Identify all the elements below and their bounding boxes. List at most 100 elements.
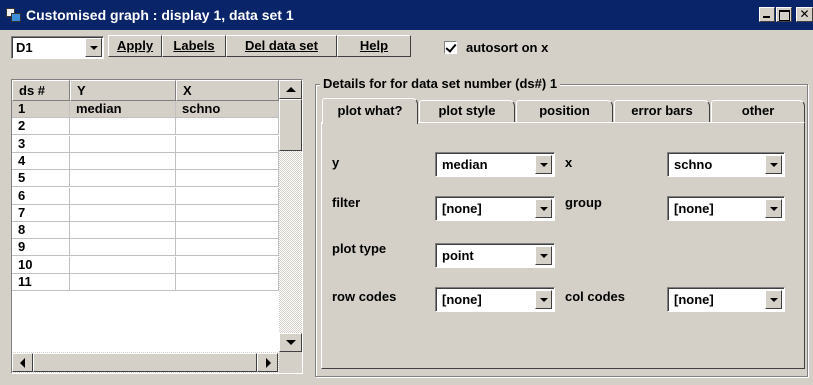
tab-plot-what[interactable]: plot what? bbox=[322, 98, 418, 124]
horizontal-scroll-thumb[interactable] bbox=[33, 353, 257, 372]
close-button[interactable]: ✕ bbox=[796, 7, 813, 22]
table-row[interactable]: 2 bbox=[12, 118, 279, 136]
data-set-grid[interactable]: ds # Y X 1 median schno 2 3 4 5 6 7 8 9 10 11 bbox=[11, 79, 303, 374]
table-cell-x[interactable] bbox=[176, 222, 279, 240]
labels-button[interactable]: Labels bbox=[162, 35, 226, 57]
table-cell-y[interactable] bbox=[70, 204, 176, 222]
grid-header-x[interactable]: X bbox=[176, 80, 279, 101]
plot-what-panel: y median x schno filter [none] group [no… bbox=[321, 122, 805, 369]
table-cell-ds[interactable]: 10 bbox=[12, 256, 70, 274]
tab-position[interactable]: position bbox=[516, 100, 613, 122]
help-button[interactable]: Help bbox=[337, 35, 411, 57]
del-data-set-button[interactable]: Del data set bbox=[226, 35, 337, 57]
chevron-down-icon[interactable] bbox=[535, 246, 552, 265]
help-button-label: Help bbox=[359, 38, 389, 53]
table-row[interactable]: 8 bbox=[12, 222, 279, 240]
table-row[interactable]: 11 bbox=[12, 274, 279, 291]
table-cell-y[interactable] bbox=[70, 118, 176, 136]
maximize-button[interactable] bbox=[776, 7, 792, 22]
table-cell-x[interactable] bbox=[176, 170, 279, 188]
table-cell-ds[interactable]: 5 bbox=[12, 170, 70, 188]
scroll-right-button[interactable] bbox=[257, 353, 278, 372]
table-cell-y[interactable] bbox=[70, 152, 176, 170]
x-select[interactable]: schno bbox=[667, 152, 785, 177]
table-cell-y[interactable] bbox=[70, 187, 176, 205]
grid-header-y[interactable]: Y bbox=[70, 80, 176, 101]
table-cell-x[interactable] bbox=[176, 187, 279, 205]
table-row[interactable]: 9 bbox=[12, 239, 279, 257]
table-cell-y[interactable] bbox=[70, 170, 176, 188]
table-cell-ds[interactable]: 6 bbox=[12, 187, 70, 205]
chevron-down-icon[interactable] bbox=[765, 155, 782, 174]
tab-error-bars[interactable]: error bars bbox=[614, 100, 710, 122]
col-codes-select[interactable]: [none] bbox=[667, 287, 785, 312]
table-cell-y[interactable] bbox=[70, 256, 176, 274]
table-cell-ds[interactable]: 11 bbox=[12, 274, 70, 291]
table-row[interactable]: 6 bbox=[12, 187, 279, 205]
table-cell-ds[interactable]: 8 bbox=[12, 222, 70, 240]
table-cell-ds[interactable]: 3 bbox=[12, 135, 70, 153]
table-cell-ds[interactable]: 4 bbox=[12, 152, 70, 170]
table-cell-y[interactable]: median bbox=[70, 101, 176, 118]
row-codes-select[interactable]: [none] bbox=[435, 287, 555, 312]
close-icon: ✕ bbox=[799, 7, 810, 21]
group-select[interactable]: [none] bbox=[667, 196, 785, 221]
table-cell-x[interactable] bbox=[176, 256, 279, 274]
display-select-value: D1 bbox=[16, 40, 33, 55]
plot-type-select[interactable]: point bbox=[435, 243, 555, 268]
chevron-down-icon[interactable] bbox=[765, 199, 782, 218]
table-cell-x[interactable] bbox=[176, 135, 279, 153]
table-row[interactable]: 4 bbox=[12, 152, 279, 170]
table-cell-x[interactable] bbox=[176, 239, 279, 257]
row-codes-select-value: [none] bbox=[442, 292, 482, 307]
details-group-label: Details for for data set number (ds#) 1 bbox=[320, 76, 561, 91]
chevron-down-icon[interactable] bbox=[535, 290, 552, 309]
table-row[interactable]: 10 bbox=[12, 256, 279, 274]
group-label: group bbox=[565, 195, 602, 210]
table-row[interactable]: 1 median schno bbox=[12, 101, 279, 118]
chevron-down-icon[interactable] bbox=[765, 290, 782, 309]
autosort-checkbox[interactable] bbox=[444, 41, 457, 54]
table-cell-y[interactable] bbox=[70, 274, 176, 291]
grid-header-ds[interactable]: ds # bbox=[12, 80, 70, 101]
filter-label: filter bbox=[332, 195, 361, 210]
table-cell-ds[interactable]: 7 bbox=[12, 204, 70, 222]
filter-select-value: [none] bbox=[442, 201, 482, 216]
tab-plot-style[interactable]: plot style bbox=[419, 100, 515, 122]
table-cell-ds[interactable]: 1 bbox=[12, 101, 70, 118]
title-bar[interactable]: Customised graph : display 1, data set 1 bbox=[0, 0, 813, 30]
group-select-value: [none] bbox=[674, 201, 714, 216]
table-cell-y[interactable] bbox=[70, 135, 176, 153]
table-row[interactable]: 7 bbox=[12, 204, 279, 222]
table-cell-x[interactable] bbox=[176, 204, 279, 222]
filter-select[interactable]: [none] bbox=[435, 196, 555, 221]
chevron-down-icon[interactable] bbox=[85, 38, 102, 57]
table-cell-x[interactable]: schno bbox=[176, 101, 279, 118]
app-icon bbox=[6, 8, 21, 22]
table-cell-x[interactable] bbox=[176, 118, 279, 136]
chevron-down-icon[interactable] bbox=[535, 199, 552, 218]
plot-type-select-value: point bbox=[442, 248, 474, 263]
table-cell-ds[interactable]: 2 bbox=[12, 118, 70, 136]
vertical-scrollbar[interactable] bbox=[279, 80, 302, 352]
table-row[interactable]: 3 bbox=[12, 135, 279, 153]
table-cell-y[interactable] bbox=[70, 239, 176, 257]
vertical-scroll-thumb[interactable] bbox=[279, 99, 302, 151]
table-cell-y[interactable] bbox=[70, 222, 176, 240]
table-row[interactable]: 5 bbox=[12, 170, 279, 188]
y-select[interactable]: median bbox=[435, 152, 555, 177]
y-select-value: median bbox=[442, 157, 488, 172]
tab-other[interactable]: other bbox=[711, 100, 805, 122]
table-cell-x[interactable] bbox=[176, 152, 279, 170]
scroll-down-button[interactable] bbox=[279, 333, 302, 352]
scroll-left-button[interactable] bbox=[12, 353, 33, 372]
scroll-up-button[interactable] bbox=[279, 80, 302, 99]
table-cell-ds[interactable]: 9 bbox=[12, 239, 70, 257]
labels-button-label: Labels bbox=[173, 38, 215, 53]
display-select[interactable]: D1 bbox=[11, 36, 104, 59]
minimize-button[interactable] bbox=[759, 7, 775, 22]
apply-button[interactable]: Apply bbox=[108, 35, 162, 57]
horizontal-scrollbar[interactable] bbox=[12, 352, 279, 373]
chevron-down-icon[interactable] bbox=[535, 155, 552, 174]
table-cell-x[interactable] bbox=[176, 274, 279, 291]
